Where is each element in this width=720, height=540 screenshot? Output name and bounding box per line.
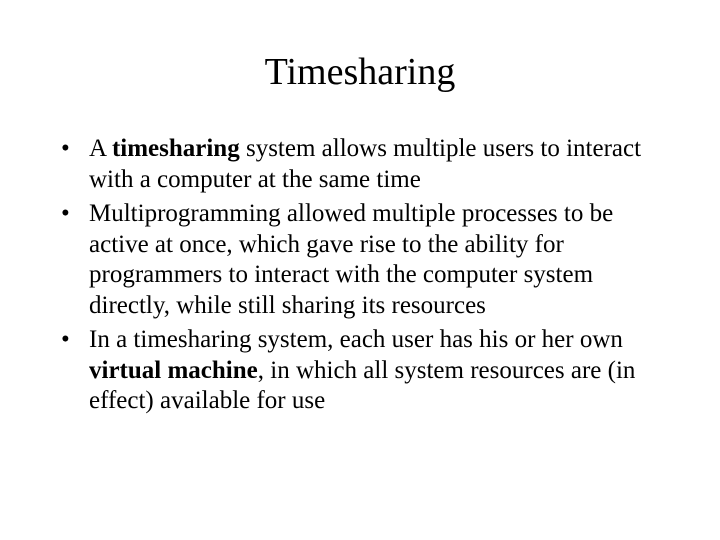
bullet-item: In a timesharing system, each user has h… bbox=[55, 325, 665, 417]
slide-body: A timesharing system allows multiple use… bbox=[55, 134, 665, 417]
bullet-text-pre: A bbox=[89, 135, 112, 162]
bullet-text-pre: In a timesharing system, each user has h… bbox=[89, 326, 623, 353]
bullet-text-bold: virtual machine bbox=[89, 357, 258, 384]
slide-title: Timesharing bbox=[55, 50, 665, 94]
bullet-text-pre: Multiprogramming allowed multiple proces… bbox=[89, 200, 613, 319]
bullet-text-bold: timesharing bbox=[112, 135, 240, 162]
bullet-item: Multiprogramming allowed multiple proces… bbox=[55, 199, 665, 321]
slide: Timesharing A timesharing system allows … bbox=[0, 0, 720, 540]
bullet-item: A timesharing system allows multiple use… bbox=[55, 134, 665, 195]
